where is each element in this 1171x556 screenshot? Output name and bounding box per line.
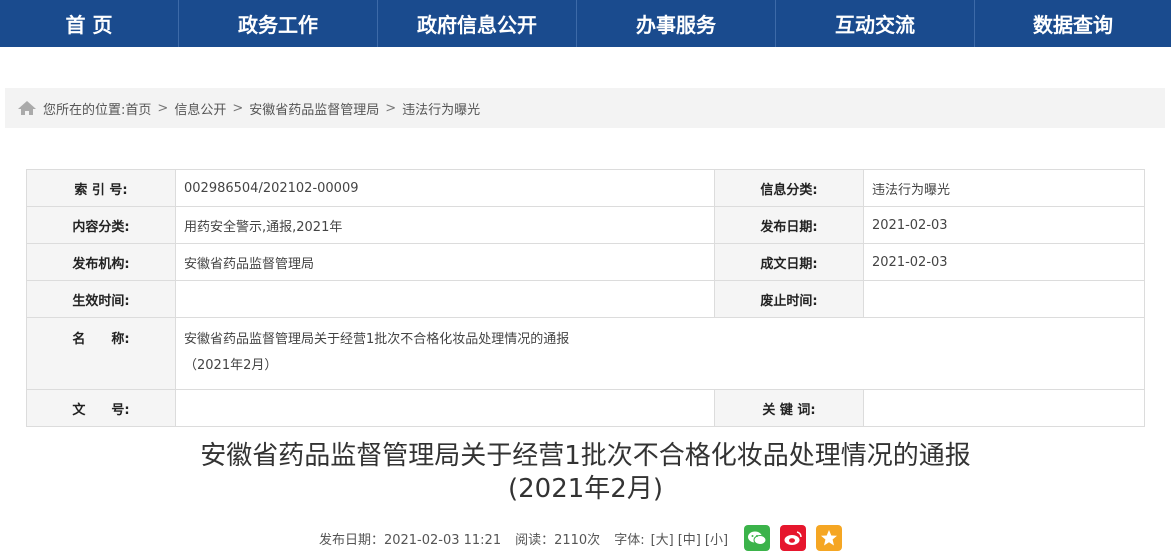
index-value: 002986504/202102-00009 bbox=[175, 169, 715, 207]
pubdate-label: 发布日期: bbox=[714, 206, 864, 244]
keyword-value bbox=[863, 389, 1145, 427]
info-table: 索 引 号: 002986504/202102-00009 信息分类: 违法行为… bbox=[26, 169, 1145, 427]
table-row: 索 引 号: 002986504/202102-00009 信息分类: 违法行为… bbox=[26, 169, 1145, 207]
top-strip bbox=[0, 47, 1171, 67]
table-row: 名 称: 安徽省药品监督管理局关于经营1批次不合格化妆品处理情况的通报 （202… bbox=[26, 317, 1145, 390]
breadcrumb-violation[interactable]: 违法行为曝光 bbox=[402, 99, 480, 118]
effective-label: 生效时间: bbox=[26, 280, 176, 318]
nav-item-2[interactable]: 政府信息公开 bbox=[378, 0, 577, 47]
article-meta: 发布日期：2021-02-03 11:21 阅读：2110次 字体: [大] [中]… bbox=[0, 524, 1171, 552]
content-label: 内容分类: bbox=[26, 206, 176, 244]
pubdate-value: 2021-02-03 bbox=[863, 206, 1145, 244]
created-value: 2021-02-03 bbox=[863, 243, 1145, 281]
font-large-button[interactable]: [大] bbox=[651, 533, 674, 548]
breadcrumb-bureau[interactable]: 安徽省药品监督管理局 bbox=[249, 99, 379, 118]
expire-value bbox=[863, 280, 1145, 318]
name-value-line2: （2021年2月） bbox=[184, 358, 278, 373]
home-icon bbox=[18, 101, 36, 115]
docno-label: 文 号: bbox=[26, 389, 176, 427]
keyword-label: 关 键 词: bbox=[714, 389, 864, 427]
name-label: 名 称: bbox=[26, 317, 176, 390]
font-size-switch: 字体: [大] [中] [小] bbox=[614, 529, 730, 548]
breadcrumb-info-public[interactable]: 信息公开 bbox=[174, 99, 226, 118]
name-value-line1: 安徽省药品监督管理局关于经营1批次不合格化妆品处理情况的通报 bbox=[184, 332, 570, 347]
nav-item-5[interactable]: 数据查询 bbox=[975, 0, 1171, 47]
breadcrumb-sep: > bbox=[385, 100, 397, 116]
org-value: 安徽省药品监督管理局 bbox=[175, 243, 715, 281]
publish-date: 发布日期：2021-02-03 11:21 bbox=[318, 532, 502, 548]
effective-value bbox=[175, 280, 715, 318]
font-small-button[interactable]: [小] bbox=[705, 533, 728, 548]
wechat-share-button[interactable] bbox=[744, 525, 771, 551]
category-value: 违法行为曝光 bbox=[863, 169, 1145, 207]
content-value: 用药安全警示,通报,2021年 bbox=[175, 206, 715, 244]
nav-item-0[interactable]: 首 页 bbox=[0, 0, 179, 47]
index-label: 索 引 号: bbox=[26, 169, 176, 207]
expire-label: 废止时间: bbox=[714, 280, 864, 318]
breadcrumb: 您所在的位置: 首页 > 信息公开 > 安徽省药品监督管理局 > 违法行为曝光 bbox=[5, 88, 1165, 128]
name-value: 安徽省药品监督管理局关于经营1批次不合格化妆品处理情况的通报 （2021年2月） bbox=[175, 317, 1145, 390]
table-row: 内容分类: 用药安全警示,通报,2021年 发布日期: 2021-02-03 bbox=[26, 206, 1145, 244]
star-icon bbox=[821, 530, 838, 546]
created-label: 成文日期: bbox=[714, 243, 864, 281]
font-medium-button[interactable]: [中] bbox=[678, 533, 701, 548]
font-size-label: 字体: bbox=[614, 532, 645, 548]
main-nav: 首 页政务工作 政府信息公开 办事服务 互动交流 数据查询 bbox=[0, 0, 1171, 47]
docno-value bbox=[175, 389, 715, 427]
read-count: 阅读：2110次 bbox=[515, 532, 601, 548]
breadcrumb-prefix: 您所在的位置: bbox=[43, 102, 126, 118]
table-row: 文 号: 关 键 词: bbox=[26, 389, 1145, 427]
article-title-line1: 安徽省药品监督管理局关于经营1批次不合格化妆品处理情况的通报 bbox=[200, 441, 971, 471]
breadcrumb-sep: > bbox=[232, 100, 244, 116]
table-row: 生效时间: 废止时间: bbox=[26, 280, 1145, 318]
article-title-line2: (2021年2月) bbox=[508, 474, 663, 504]
weibo-share-button[interactable] bbox=[780, 525, 807, 551]
breadcrumb-sep: > bbox=[157, 100, 169, 116]
nav-item-3[interactable]: 办事服务 bbox=[577, 0, 776, 47]
breadcrumb-home[interactable]: 首页 bbox=[125, 99, 151, 118]
table-row: 发布机构: 安徽省药品监督管理局 成文日期: 2021-02-03 bbox=[26, 243, 1145, 281]
nav-item-1[interactable]: 政务工作 bbox=[179, 0, 378, 47]
qzone-share-button[interactable] bbox=[816, 525, 843, 551]
category-label: 信息分类: bbox=[714, 169, 864, 207]
weibo-icon bbox=[784, 531, 802, 545]
wechat-icon bbox=[748, 531, 767, 545]
org-label: 发布机构: bbox=[26, 243, 176, 281]
article-title: 安徽省药品监督管理局关于经营1批次不合格化妆品处理情况的通报 (2021年2月) bbox=[0, 440, 1171, 506]
nav-item-4[interactable]: 互动交流 bbox=[776, 0, 975, 47]
